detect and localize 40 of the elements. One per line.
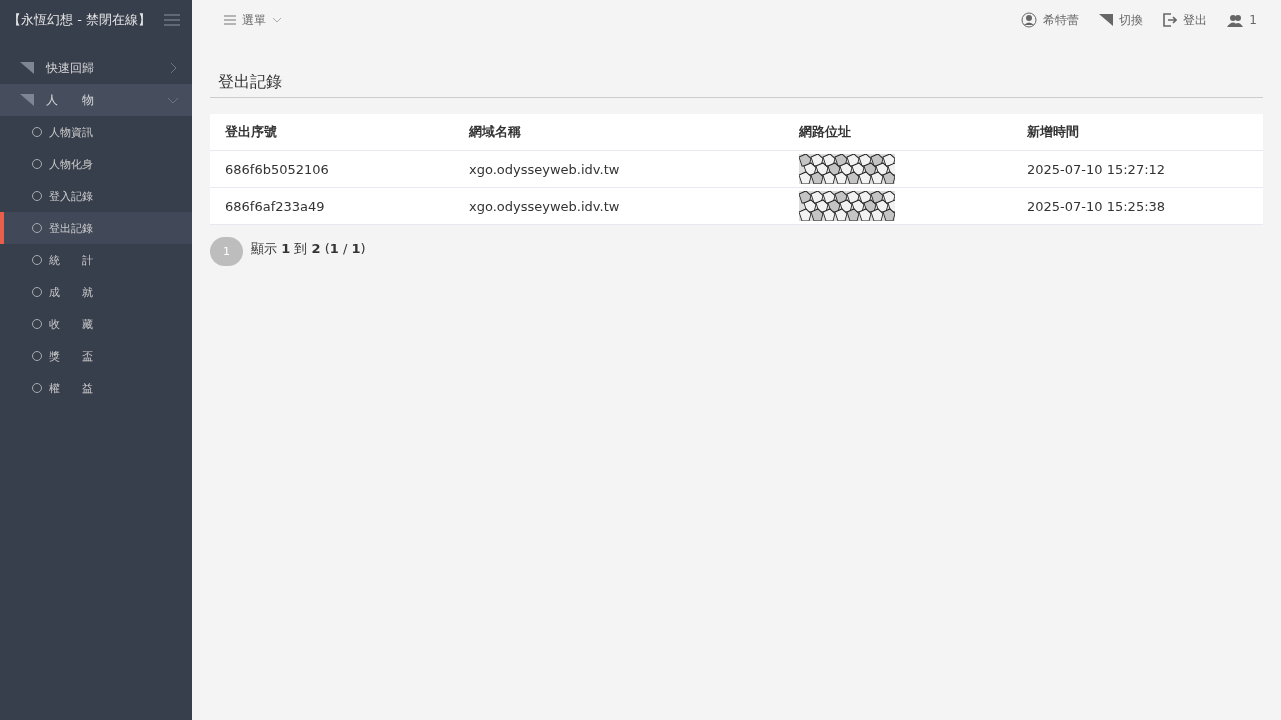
triangle-icon bbox=[20, 94, 34, 106]
page-title: 登出記錄 bbox=[210, 72, 1263, 98]
sidebar-subitem[interactable]: 統 計 bbox=[0, 244, 192, 276]
sidebar-subitem[interactable]: 人物化身 bbox=[0, 148, 192, 180]
table-cell-text: 2025-07-10 15:27:12 bbox=[1027, 161, 1167, 177]
sidebar-subitem[interactable]: 登入記錄 bbox=[0, 180, 192, 212]
menu-dropdown[interactable]: 選單 bbox=[224, 11, 282, 29]
table-cell-text: 686f6af233a49 bbox=[225, 198, 326, 214]
menu-icon[interactable] bbox=[164, 14, 180, 26]
users-icon bbox=[1227, 13, 1244, 27]
column-header: 網域名稱 bbox=[469, 123, 522, 141]
sidebar-item[interactable]: 人 物 bbox=[0, 84, 192, 116]
column-header: 網路位址 bbox=[799, 123, 852, 141]
table-cell-text: xgo.odysseyweb.idv.tw bbox=[469, 161, 621, 177]
table-cell-text: xgo.odysseyweb.idv.tw bbox=[469, 198, 621, 214]
menu-icon bbox=[224, 15, 236, 25]
triangle-icon bbox=[1099, 14, 1114, 26]
switch-link[interactable]: 切換 bbox=[1099, 11, 1144, 29]
triangle-icon bbox=[20, 62, 34, 74]
chevron-down-icon bbox=[272, 17, 282, 23]
column-header: 登出序號 bbox=[225, 123, 278, 141]
table-cell-text: 2025-07-10 15:25:38 bbox=[1027, 198, 1167, 214]
table-cell-text: 686f6b5052106 bbox=[225, 161, 330, 177]
chevron-right-icon bbox=[168, 63, 178, 73]
user-link[interactable]: 希特蕾 bbox=[1021, 11, 1080, 29]
online-users[interactable]: 1 bbox=[1227, 13, 1257, 27]
sidebar-subitem[interactable]: 權 益 bbox=[0, 372, 192, 404]
logout-icon bbox=[1163, 13, 1178, 27]
logout-link[interactable]: 登出 bbox=[1163, 11, 1208, 29]
column-header: 新增時間 bbox=[1027, 123, 1080, 141]
chevron-down-icon bbox=[168, 95, 178, 105]
app-title: 【永恆幻想 - 禁閉在線】 bbox=[8, 11, 151, 29]
sidebar-subitem[interactable]: 人物資訊 bbox=[0, 116, 192, 148]
pagination-summary: 顯示 1 到 2 (1 / 1) bbox=[251, 239, 366, 258]
user-icon bbox=[1021, 12, 1038, 28]
sidebar-subitem[interactable]: 成 就 bbox=[0, 276, 192, 308]
sidebar-subitem[interactable]: 登出記錄 bbox=[0, 212, 192, 244]
sidebar-subitem[interactable]: 獎 盃 bbox=[0, 340, 192, 372]
sidebar-subitem[interactable]: 收 藏 bbox=[0, 308, 192, 340]
sidebar-item[interactable]: 快速回歸 bbox=[0, 52, 192, 84]
